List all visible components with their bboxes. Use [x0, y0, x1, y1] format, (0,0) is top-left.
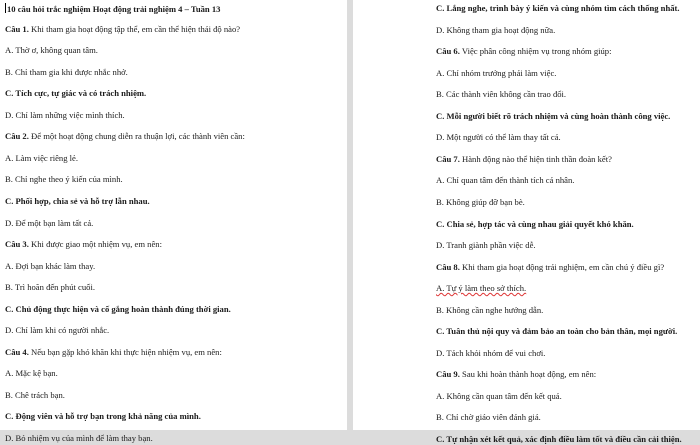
answer-option: D. Tách khỏi nhóm để vui chơi. [436, 348, 545, 359]
question-number: Câu 2. [5, 131, 29, 142]
option-text: A. Không cần quan tâm đến kết quả. [436, 390, 562, 401]
answer-option: C. Tuân thủ nội quy và đảm bảo an toàn c… [436, 326, 677, 337]
answer-option: A. Thờ ơ, không quan tâm. [5, 45, 98, 56]
question-number: Câu 4. [5, 346, 29, 357]
option-text: D. Chỉ làm khi có người nhắc. [5, 325, 110, 336]
option-text: B. Chỉ chờ giáo viên đánh giá. [436, 412, 541, 423]
answer-option: D. Không tham gia hoạt động nữa. [436, 25, 555, 36]
option-text: A. Mặc kệ bạn. [5, 368, 58, 379]
option-text: B. Chỉ nghe theo ý kiến của mình. [5, 174, 123, 185]
option-text: C. Chủ động thực hiện và cố gắng hoàn th… [5, 303, 231, 314]
answer-option: D. Tranh giành phần việc dễ. [436, 240, 536, 251]
question-text: Nếu bạn gặp khó khăn khi thực hiện nhiệm… [28, 346, 222, 357]
question-line: Câu 3. Khi được giao một nhiệm vụ, em nê… [5, 239, 162, 250]
answer-option: A. Làm việc riêng lẻ. [5, 153, 78, 164]
text-cursor [5, 3, 6, 13]
answer-option: D. Để một bạn làm tất cả. [5, 218, 93, 229]
option-text: D. Tranh giành phần việc dễ. [436, 240, 536, 251]
option-text: C. Mỗi người biết rõ trách nhiệm và cùng… [436, 110, 671, 121]
question-number: Câu 7. [436, 153, 460, 164]
option-text: D. Chỉ làm những việc mình thích. [5, 109, 125, 120]
option-text: A. Chỉ nhóm trưởng phải làm việc. [436, 67, 557, 78]
question-line: Câu 2. Để một hoạt động chung diễn ra th… [5, 131, 245, 142]
answer-option: D. Chỉ làm khi có người nhắc. [5, 325, 109, 336]
answer-option: B. Chỉ nghe theo ý kiến của mình. [5, 174, 123, 185]
question-line: Câu 1. Khi tham gia hoạt động tập thể, e… [5, 24, 240, 35]
option-text: A. Thờ ơ, không quan tâm. [5, 45, 98, 55]
question-number: Câu 9. [436, 369, 460, 380]
option-text: D. Tách khỏi nhóm để vui chơi. [436, 347, 546, 358]
question-text: Hành động nào thể hiện tinh thần đoàn kế… [459, 153, 612, 164]
option-text: B. Các thành viên không cần trao đổi. [436, 89, 567, 100]
option-text: D. Bỏ nhiệm vụ của mình để làm thay bạn. [5, 432, 153, 443]
option-text: C. Tích cực, tự giác và có trách nhiệm. [5, 88, 147, 99]
answer-option: B. Trì hoãn đến phút cuối. [5, 282, 95, 293]
question-number: Câu 3. [5, 239, 29, 249]
option-text: C. Tự nhận xét kết quả, xác định điều là… [436, 434, 682, 444]
question-text: Việc phân công nhiệm vụ trong nhóm giúp: [459, 46, 612, 57]
question-number: Câu 6. [436, 46, 460, 57]
option-text: A. Tự ý làm theo sở thích. [436, 283, 527, 294]
answer-option: A. Mặc kệ bạn. [5, 368, 58, 379]
option-text: B. Không cần nghe hướng dẫn. [436, 304, 544, 315]
question-line: Câu 8. Khi tham gia hoạt động trải nghiệ… [436, 262, 664, 273]
question-text: Khi tham gia hoạt động trải nghiệm, em c… [459, 261, 665, 272]
answer-option: D. Chỉ làm những việc mình thích. [5, 110, 125, 121]
answer-option: C. Tích cực, tự giác và có trách nhiệm. [5, 88, 146, 99]
answer-option: C. Chia sẻ, hợp tác và cùng nhau giải qu… [436, 219, 634, 230]
question-text: Sau khi hoàn thành hoạt động, em nên: [459, 369, 597, 380]
option-text: A. Đợi bạn khác làm thay. [5, 260, 96, 271]
answer-option: A. Chỉ quan tâm đến thành tích cá nhân. [436, 175, 574, 186]
question-text: Khi tham gia hoạt động tập thể, em cần t… [28, 23, 241, 34]
document-title: 10 câu hỏi trắc nghiệm Hoạt động trải ng… [7, 4, 221, 14]
document-title-line: 10 câu hỏi trắc nghiệm Hoạt động trải ng… [5, 3, 220, 15]
answer-option: A. Chỉ nhóm trưởng phải làm việc. [436, 68, 556, 79]
option-text: C. Chia sẻ, hợp tác và cùng nhau giải qu… [436, 218, 634, 229]
answer-option: B. Chỉ tham gia khi được nhắc nhở. [5, 67, 128, 78]
question-text: Để một hoạt động chung diễn ra thuận lợi… [28, 131, 245, 142]
answer-option: C. Động viên và hỗ trợ bạn trong khả năn… [5, 411, 201, 422]
answer-option: B. Không giúp đỡ bạn bè. [436, 197, 525, 208]
answer-option: C. Mỗi người biết rõ trách nhiệm và cùng… [436, 111, 670, 122]
option-text: B. Trì hoãn đến phút cuối. [5, 282, 95, 293]
answer-option: B. Chê trách bạn. [5, 390, 65, 401]
answer-option: C. Tự nhận xét kết quả, xác định điều là… [436, 434, 682, 445]
answer-option: B. Chỉ chờ giáo viên đánh giá. [436, 412, 541, 423]
option-text: C. Động viên và hỗ trợ bạn trong khả năn… [5, 411, 201, 422]
option-text: D. Để một bạn làm tất cả. [5, 217, 94, 228]
question-line: Câu 9. Sau khi hoàn thành hoạt động, em … [436, 369, 596, 380]
answer-option: A. Đợi bạn khác làm thay. [5, 261, 95, 272]
answer-option: D. Một người có thể làm thay tất cả. [436, 132, 561, 143]
question-line: Câu 4. Nếu bạn gặp khó khăn khi thực hiệ… [5, 347, 222, 358]
option-text: C. Tuân thủ nội quy và đảm bảo an toàn c… [436, 326, 678, 337]
document-page-left[interactable]: 10 câu hỏi trắc nghiệm Hoạt động trải ng… [0, 0, 347, 443]
option-text: A. Chỉ quan tâm đến thành tích cá nhân. [436, 175, 575, 186]
option-text: D. Không tham gia hoạt động nữa. [436, 24, 556, 35]
answer-option: C. Chủ động thực hiện và cố gắng hoàn th… [5, 304, 231, 315]
answer-option: C. Phối hợp, chia sẻ và hỗ trợ lẫn nhau. [5, 196, 150, 207]
question-line: Câu 7. Hành động nào thể hiện tinh thần … [436, 154, 612, 165]
question-number: Câu 1. [5, 23, 29, 34]
answer-option: C. Lắng nghe, trình bày ý kiến và cùng n… [436, 3, 680, 14]
question-line: Câu 6. Việc phân công nhiệm vụ trong nhó… [436, 46, 612, 57]
question-text: Khi được giao một nhiệm vụ, em nên: [28, 239, 162, 249]
question-number: Câu 8. [436, 261, 460, 272]
answer-option: D. Bỏ nhiệm vụ của mình để làm thay bạn. [5, 433, 153, 444]
option-text: C. Phối hợp, chia sẻ và hỗ trợ lẫn nhau. [5, 195, 150, 206]
option-text: B. Không giúp đỡ bạn bè. [436, 197, 525, 207]
option-text: B. Chê trách bạn. [5, 389, 65, 400]
answer-option: B. Không cần nghe hướng dẫn. [436, 305, 543, 316]
answer-option: A. Không cần quan tâm đến kết quả. [436, 391, 562, 402]
option-text: B. Chỉ tham gia khi được nhắc nhở. [5, 66, 128, 77]
option-text: A. Làm việc riêng lẻ. [5, 152, 79, 163]
option-text: C. Lắng nghe, trình bày ý kiến và cùng n… [436, 3, 680, 13]
answer-option: B. Các thành viên không cần trao đổi. [436, 89, 566, 100]
document-page-right[interactable]: C. Lắng nghe, trình bày ý kiến và cùng n… [353, 0, 700, 444]
answer-option: A. Tự ý làm theo sở thích. [436, 283, 526, 294]
option-text: D. Một người có thể làm thay tất cả. [436, 132, 561, 143]
